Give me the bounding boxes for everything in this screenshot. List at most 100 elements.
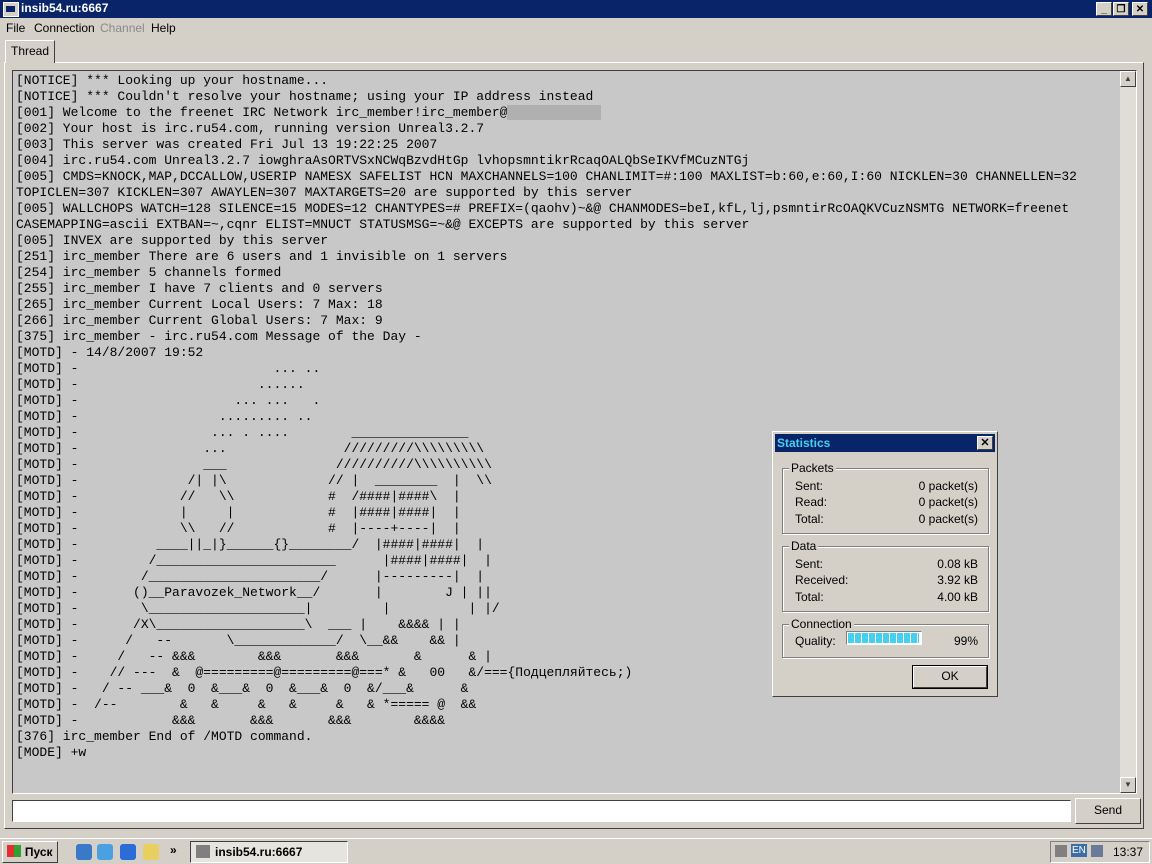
app-icon [3,2,19,17]
close-button[interactable]: ✕ [1132,2,1148,16]
log-line: [MOTD] - /| |\ // | ________ | \\ [16,473,492,488]
packets-sent-label: Sent: [795,479,824,493]
log-line: [254] irc_member 5 channels formed [16,265,282,280]
log-line: [251] irc_member There are 6 users and 1… [16,249,508,264]
dialog-close-icon[interactable]: ✕ [977,436,993,450]
log-line: [MOTD] - &&& &&& &&& &&&& [16,713,446,728]
log-line: [MOTD] - \____________________| | | |/ [16,601,500,616]
log-line: [375] irc_member - irc.ru54.com Message … [16,329,422,344]
log-line: [MODE] +w [16,745,87,760]
title-bar: insib54.ru:6667 _ ❐ ✕ [0,0,1152,18]
redacted-address [507,105,602,120]
quality-value: 99% [953,634,978,648]
quicklaunch-icon-2[interactable] [97,844,113,860]
packets-total-label: Total: [795,512,824,526]
clock: 13:37 [1112,845,1143,859]
packets-total-value: 0 packet(s) [918,512,978,526]
log-line: [MOTD] - / -- ___& 0 &___& 0 &___& 0 &/_… [16,681,469,696]
packets-total-row: Total: 0 packet(s) [795,512,978,528]
vertical-scrollbar[interactable]: ▲ ▼ [1120,71,1136,793]
data-sent-label: Sent: [795,557,824,571]
data-sent-row: Sent: 0.08 kB [795,557,978,573]
connection-label: Connection [789,617,854,631]
log-line: [MOTD] - \\ // # |----+----| | [16,521,461,536]
message-input-box[interactable] [12,800,1074,822]
data-received-value: 3.92 kB [937,573,978,587]
message-input[interactable] [13,801,1074,821]
packets-read-value: 0 packet(s) [918,495,978,509]
log-line: [MOTD] - /-- & & & & & & *===== @ && [16,697,477,712]
minimize-button[interactable]: _ [1096,2,1112,16]
log-line: [MOTD] - ()__Paravozek_Network__/ | J | … [16,585,492,600]
system-tray: EN 13:37 [1050,841,1150,863]
log-line: [NOTICE] *** Looking up your hostname... [16,73,329,88]
quality-progress-fill [848,633,920,643]
log-line: [004] irc.ru54.com Unreal3.2.7 iowghraAs… [16,153,750,168]
start-button[interactable]: Пуск [2,841,58,863]
log-line: [MOTD] - ... /////////\\\\\\\\\ [16,441,485,456]
log-line: [005] CMDS=KNOCK,MAP,DCCALLOW,USERIP NAM… [16,169,1077,184]
packets-sent-row: Sent: 0 packet(s) [795,479,978,495]
menu-bar: File Connection Channel Help [0,18,1152,38]
log-line: [MOTD] - /______________________/ |-----… [16,569,485,584]
task-app-icon [196,845,210,858]
log-line: [MOTD] - 14/8/2007 19:52 [16,345,204,360]
taskbar-window-button[interactable]: insib54.ru:6667 [190,841,348,863]
start-label: Пуск [24,845,53,859]
log-line: [MOTD] - / -- \_____________/ \__&& && | [16,633,461,648]
quicklaunch-icon-1[interactable] [76,844,92,860]
taskbar: Пуск » insib54.ru:6667 EN 13:37 [0,838,1152,864]
log-line: [MOTD] - /_______________________ |####|… [16,553,492,568]
menu-channel: Channel [100,21,145,35]
log-line: [MOTD] - ......... .. [16,409,313,424]
statistics-dialog: Statistics ✕ Packets Sent: 0 packet(s) R… [772,431,998,697]
log-line: [MOTD] - ... ... . [16,393,321,408]
menu-connection[interactable]: Connection [34,21,95,35]
scroll-down-icon[interactable]: ▼ [1120,777,1136,793]
volume-icon[interactable] [1055,845,1067,857]
ok-button[interactable]: OK [912,665,988,689]
packets-read-row: Read: 0 packet(s) [795,495,978,511]
log-line: [MOTD] - ... . .... _______________ [16,425,469,440]
dialog-title: Statistics [777,436,831,450]
network-icon[interactable] [1091,845,1103,857]
data-total-value: 4.00 kB [937,590,978,604]
menu-help[interactable]: Help [151,21,176,35]
log-line: [001] Welcome to the freenet IRC Network… [16,105,508,120]
log-line: [002] Your host is irc.ru54.com, running… [16,121,485,136]
window-title: insib54.ru:6667 [21,1,109,15]
log-line: [MOTD] - // \\ # /####|####\ | [16,489,461,504]
log-line: [005] INVEX are supported by this server [16,233,329,248]
quicklaunch-chevron-icon[interactable]: » [170,843,177,857]
quality-progress-bar [846,631,922,645]
log-line: [MOTD] - ____||_|}______{}________/ |###… [16,537,485,552]
language-indicator[interactable]: EN [1071,844,1087,857]
tab-thread[interactable]: Thread [5,40,55,63]
menu-file[interactable]: File [6,21,25,35]
connection-group: Connection Quality: 99% [782,617,989,658]
maximize-button[interactable]: ❐ [1113,2,1129,16]
log-line: [MOTD] - // --- & @=========@=========@=… [16,665,633,680]
data-received-row: Received: 3.92 kB [795,573,978,589]
data-total-label: Total: [795,590,824,604]
packets-label: Packets [789,461,836,475]
quality-label: Quality: [795,634,836,648]
quicklaunch-icon-4[interactable] [143,844,159,860]
log-line: [376] irc_member End of /MOTD command. [16,729,313,744]
log-line: [255] irc_member I have 7 clients and 0 … [16,281,383,296]
log-line: [265] irc_member Current Local Users: 7 … [16,297,383,312]
scroll-up-icon[interactable]: ▲ [1120,71,1136,87]
internet-explorer-icon[interactable] [120,844,136,860]
dialog-title-bar: Statistics ✕ [775,434,995,452]
send-button[interactable]: Send [1075,798,1141,824]
log-line: CASEMAPPING=ascii EXTBAN=~,cqnr ELIST=MN… [16,217,750,232]
log-line: [MOTD] - ...... [16,377,305,392]
log-line: TOPICLEN=307 KICKLEN=307 AWAYLEN=307 MAX… [16,185,633,200]
log-line: [MOTD] - / -- &&& &&& &&& & & | [16,649,492,664]
task-label: insib54.ru:6667 [215,845,303,859]
data-group: Data Sent: 0.08 kB Received: 3.92 kB Tot… [782,539,989,612]
data-received-label: Received: [795,573,849,587]
data-sent-value: 0.08 kB [937,557,978,571]
windows-logo-icon [7,845,22,857]
log-line: [MOTD] - ... .. [16,361,321,376]
